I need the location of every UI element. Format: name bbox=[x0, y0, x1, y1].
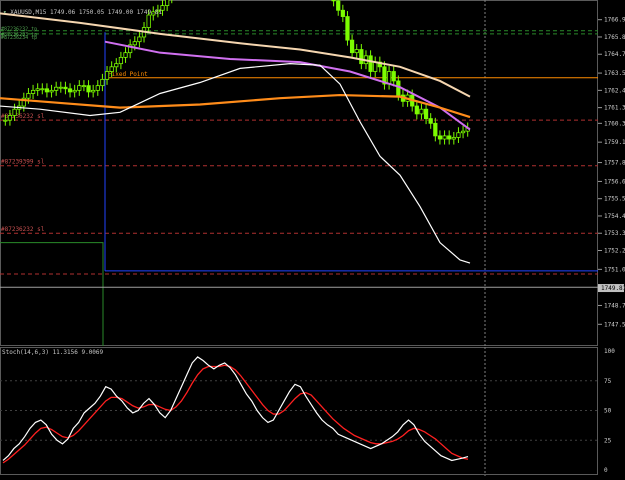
oscillator-title: Stoch(14,6,3) 11.3156 9.0069 bbox=[2, 349, 104, 356]
candle bbox=[123, 52, 128, 58]
price-tick-label: 1762.40 bbox=[604, 87, 625, 94]
price-tick-label: 1764.70 bbox=[604, 51, 625, 58]
candle bbox=[433, 122, 438, 137]
candle bbox=[91, 89, 96, 93]
oscillator-tick-label: 50 bbox=[604, 408, 612, 415]
candle bbox=[165, 0, 170, 6]
candle bbox=[12, 108, 17, 116]
candle bbox=[331, 0, 336, 2]
price-tick-label: 1753.30 bbox=[604, 230, 625, 237]
candle bbox=[419, 108, 424, 115]
candle bbox=[442, 135, 447, 140]
chart-title-bar: ▾ XAUUSD,M15 1749.06 1750.05 1749.00 174… bbox=[3, 9, 162, 16]
candle bbox=[391, 71, 396, 82]
trade-box-outline bbox=[0, 242, 104, 346]
chart-frame bbox=[0, 0, 598, 346]
price-tick-label: 1765.80 bbox=[604, 34, 625, 41]
price-tick-label: 1752.20 bbox=[604, 248, 625, 255]
price-chart-canvas: 1766.90 1765.80 1764.70 1763.50 1762.40 1761.… bbox=[0, 0, 625, 346]
ma-violet-line bbox=[104, 40, 471, 131]
symbol-title: XAUUSD,M15 bbox=[10, 9, 47, 16]
oscillator-tick-label: 25 bbox=[604, 437, 612, 444]
candle bbox=[67, 88, 73, 93]
candle bbox=[349, 39, 355, 54]
level-label: #87239399 sl bbox=[1, 159, 45, 166]
price-tick-label: 1747.50 bbox=[604, 321, 625, 328]
price-tick-label: 1761.30 bbox=[604, 105, 625, 112]
candle bbox=[345, 16, 350, 41]
oscillator-tick-label: 100 bbox=[604, 348, 615, 355]
level-label: #87236232 sl bbox=[1, 226, 45, 233]
price-tick-label: 1759.10 bbox=[604, 139, 625, 146]
candle bbox=[132, 41, 137, 46]
candle bbox=[437, 135, 443, 140]
oscillator-tick-label: 0 bbox=[604, 467, 608, 474]
candle bbox=[95, 85, 100, 91]
candle bbox=[109, 66, 114, 72]
price-tick-label: 1766.90 bbox=[604, 17, 625, 24]
level-label: #87236232 sl bbox=[1, 113, 45, 120]
oscillator-panel[interactable]: 100 75 50 25 0 Stoch(14,6,3) 11.3156 9.0069 bbox=[0, 347, 625, 476]
candle bbox=[414, 105, 419, 115]
candle bbox=[72, 89, 77, 93]
candle bbox=[100, 78, 105, 87]
candle bbox=[137, 36, 142, 43]
candle bbox=[460, 130, 466, 134]
candle bbox=[30, 89, 36, 94]
price-tick-label: 1763.50 bbox=[604, 70, 625, 77]
candle bbox=[368, 55, 373, 72]
candle bbox=[104, 71, 110, 80]
candle bbox=[3, 119, 8, 122]
price-chart-panel[interactable]: 1766.90 1765.80 1764.70 1763.50 1762.40 1761.… bbox=[0, 0, 625, 346]
price-tick-label: 1755.50 bbox=[604, 196, 625, 203]
candle bbox=[386, 71, 392, 85]
candle bbox=[354, 49, 359, 54]
price-tick-label: 1757.80 bbox=[604, 160, 625, 167]
stoch-main-line bbox=[2, 356, 469, 462]
price-tick-label: 1754.40 bbox=[604, 213, 625, 220]
candle bbox=[456, 132, 461, 138]
oscillator-tick-label: 75 bbox=[604, 378, 612, 385]
candle bbox=[35, 88, 40, 91]
price-tick-label: 1756.60 bbox=[604, 178, 625, 185]
price-tick-label: 1760.30 bbox=[604, 120, 625, 127]
candle bbox=[7, 115, 13, 121]
candle bbox=[58, 86, 63, 89]
price-tick-label: 1751.00 bbox=[604, 266, 625, 273]
stoch-signal-line bbox=[2, 364, 469, 464]
candle bbox=[428, 118, 433, 124]
candle bbox=[63, 86, 68, 90]
candle bbox=[146, 14, 151, 28]
ohlc-readout: 1749.06 1750.05 1749.00 1749.81 bbox=[50, 9, 162, 16]
candle bbox=[86, 85, 91, 93]
candle bbox=[49, 89, 54, 93]
candle bbox=[451, 137, 456, 140]
candle bbox=[26, 93, 31, 99]
candle bbox=[114, 63, 119, 68]
candle bbox=[118, 56, 124, 65]
oscillator-canvas: 100 75 50 25 0 bbox=[0, 347, 615, 476]
price-tick-label: 1748.70 bbox=[604, 302, 625, 309]
chevron-down-icon: ▾ bbox=[3, 9, 7, 16]
level-label: #87236234 tp bbox=[1, 35, 37, 41]
candle bbox=[40, 88, 45, 91]
candle bbox=[373, 61, 378, 72]
current-price-label: 1749.81 bbox=[601, 285, 625, 292]
candle bbox=[359, 49, 364, 65]
candle bbox=[336, 0, 341, 11]
candle bbox=[54, 86, 59, 91]
fixed-point-label: Fixed Point bbox=[108, 71, 148, 78]
ma-orange-line bbox=[0, 93, 471, 119]
candle bbox=[447, 135, 452, 140]
candle bbox=[44, 88, 50, 93]
candle bbox=[340, 9, 345, 17]
candle bbox=[77, 85, 82, 91]
candle bbox=[81, 85, 87, 88]
candle bbox=[423, 108, 429, 120]
